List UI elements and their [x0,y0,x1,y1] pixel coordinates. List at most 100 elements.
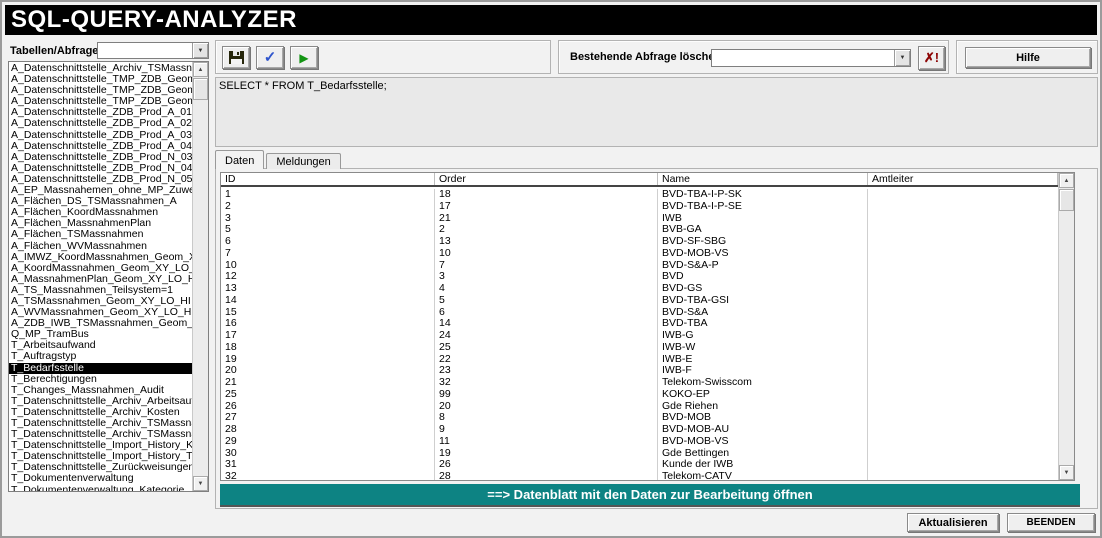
table-row[interactable]: 1 18 BVD-TBA-I-P-SK [221,189,1058,201]
scroll-down-icon[interactable]: ▼ [193,476,208,491]
table-list-item[interactable]: A_Datenschnittstelle_ZDB_Prod_A_03 [9,130,192,141]
cell-id: 27 [221,412,435,424]
cell-id: 31 [221,459,435,471]
table-list-item[interactable]: A_Flächen_WVMassnahmen [9,241,192,252]
table-list-item[interactable]: T_Datenschnittstelle_Archiv_Kosten [9,407,192,418]
table-row[interactable]: 12 3 BVD [221,271,1058,283]
table-list-item[interactable]: A_WVMassnahmen_Geom_XY_LO_HI [9,307,192,318]
table-list-item[interactable]: A_IMWZ_KoordMassnahmen_Geom_XY_LO_HI [9,252,192,263]
grid-scrollbar-thumb[interactable] [1059,189,1074,211]
table-list-item[interactable]: T_Changes_Massnahmen_Audit [9,385,192,396]
table-list-item[interactable]: A_Flächen_MassnahmenPlan [9,218,192,229]
tab-meldungen[interactable]: Meldungen [266,153,340,169]
table-list-item[interactable]: T_Datenschnittstelle_Archiv_TSMassnahmen [9,418,192,429]
column-header-order[interactable]: Order [435,173,658,185]
table-list-item[interactable]: A_ZDB_IWB_TSMassnahmen_Geom_XY_LO_HI [9,318,192,329]
save-query-button[interactable] [222,46,250,69]
table-list-item[interactable]: T_Datenschnittstelle_Import_History_TS [9,451,192,462]
exit-button[interactable]: BEENDEN [1007,513,1095,532]
table-list-item[interactable]: T_Datenschnittstelle_Zurückweisungen [9,462,192,473]
table-row[interactable]: 2 17 BVD-TBA-I-P-SE [221,201,1058,213]
table-row[interactable]: 19 22 IWB-E [221,354,1058,366]
cell-id: 17 [221,330,435,342]
cell-name: BVD-MOB-VS [658,436,868,448]
tab-daten[interactable]: Daten [215,150,264,169]
table-list-item[interactable]: A_Flächen_KoordMassnahmen [9,207,192,218]
delete-query-dropdown[interactable]: ▼ [711,49,911,67]
sql-query-input[interactable]: SELECT * FROM T_Bedarfsstelle; [215,77,1098,147]
chevron-down-icon[interactable]: ▼ [192,43,208,58]
table-row[interactable]: 21 32 Telekom-Swisscom [221,377,1058,389]
column-header-amtleiter[interactable]: Amtleiter [868,173,1058,185]
table-list-item[interactable]: T_Datenschnittstelle_Archiv_Arbeitsaufwa… [9,396,192,407]
table-row[interactable]: 27 8 BVD-MOB [221,412,1058,424]
table-row[interactable]: 13 4 BVD-GS [221,283,1058,295]
table-row[interactable]: 15 6 BVD-S&A [221,307,1058,319]
table-list-item[interactable]: T_Datenschnittstelle_Import_History_Kost… [9,440,192,451]
table-list-item[interactable]: Q_MP_TramBus [9,329,192,340]
table-list-item[interactable]: A_MassnahmenPlan_Geom_XY_LO_HI [9,274,192,285]
table-list-item[interactable]: A_Datenschnittstelle_TMP_ZDB_Geom_01 [9,74,192,85]
table-list-item[interactable]: A_Datenschnittstelle_Archiv_TSMassnahmen… [9,63,192,74]
cell-amtleiter [868,260,1058,272]
table-list-item[interactable]: A_EP_Massnahemen_ohne_MP_Zuweisung [9,185,192,196]
table-list-item[interactable]: A_Datenschnittstelle_TMP_ZDB_Geom_03 [9,96,192,107]
validate-query-button[interactable]: ✓ [256,46,284,69]
table-list-item[interactable]: A_Flächen_DS_TSMassnahmen_A [9,196,192,207]
cell-name: Telekom-Swisscom [658,377,868,389]
cell-amtleiter [868,224,1058,236]
open-datasheet-banner-button[interactable]: ==> Datenblatt mit den Daten zur Bearbei… [220,484,1080,507]
table-row[interactable]: 29 11 BVD-MOB-VS [221,436,1058,448]
table-row[interactable]: 31 26 Kunde der IWB [221,459,1058,471]
table-list-item[interactable]: A_Flächen_TSMassnahmen [9,229,192,240]
column-header-id[interactable]: ID [221,173,435,185]
table-row[interactable]: 28 9 BVD-MOB-AU [221,424,1058,436]
list-scrollbar-thumb[interactable] [193,78,208,100]
table-list-item[interactable]: A_Datenschnittstelle_ZDB_Prod_A_04 [9,141,192,152]
table-row[interactable]: 30 19 Gde Bettingen [221,448,1058,460]
table-list-item[interactable]: T_Dokumentenverwaltung [9,473,192,484]
run-query-button[interactable]: ▶ [290,46,318,69]
table-row[interactable]: 20 23 IWB-F [221,365,1058,377]
checkmark-icon: ✓ [264,50,277,65]
table-row[interactable]: 26 20 Gde Riehen [221,401,1058,413]
table-list-item[interactable]: A_TSMassnahmen_Geom_XY_LO_HI [9,296,192,307]
grid-scrollbar[interactable]: ▲ ▼ [1058,173,1074,480]
table-row[interactable]: 32 28 Telekom-CATV [221,471,1058,481]
table-row[interactable]: 25 99 KOKO-EP [221,389,1058,401]
tables-dropdown[interactable]: ▼ [97,42,209,59]
table-row[interactable]: 5 2 BVB-GA [221,224,1058,236]
chevron-down-icon[interactable]: ▼ [894,50,910,66]
column-header-name[interactable]: Name [658,173,868,185]
scroll-up-icon[interactable]: ▲ [193,62,208,77]
cell-id: 6 [221,236,435,248]
table-list-item[interactable]: A_Datenschnittstelle_ZDB_Prod_N_05 [9,174,192,185]
table-list-item[interactable]: A_KoordMassnahmen_Geom_XY_LO_HI [9,263,192,274]
table-row[interactable]: 14 5 BVD-TBA-GSI [221,295,1058,307]
table-row[interactable]: 10 7 BVD-S&A-P [221,260,1058,272]
table-row[interactable]: 16 14 BVD-TBA [221,318,1058,330]
table-list-item[interactable]: A_TS_Massnahmen_Teilsystem=1 [9,285,192,296]
help-button[interactable]: Hilfe [965,47,1091,68]
table-list-item[interactable]: A_Datenschnittstelle_ZDB_Prod_A_02 [9,118,192,129]
table-list-item[interactable]: A_Datenschnittstelle_ZDB_Prod_N_03 [9,152,192,163]
scroll-down-icon[interactable]: ▼ [1059,465,1074,480]
table-row[interactable]: 18 25 IWB-W [221,342,1058,354]
table-list-item[interactable]: A_Datenschnittstelle_ZDB_Prod_A_01 [9,107,192,118]
table-list-item[interactable]: T_Auftragstyp [9,351,192,362]
table-list-item[interactable]: T_Berechtigungen [9,374,192,385]
list-scrollbar[interactable]: ▲ ▼ [192,62,208,491]
table-list-item[interactable]: A_Datenschnittstelle_ZDB_Prod_N_04 [9,163,192,174]
scroll-up-icon[interactable]: ▲ [1059,173,1074,188]
table-list-item[interactable]: T_Arbeitsaufwand [9,340,192,351]
table-list-item[interactable]: T_Bedarfsstelle [9,363,192,374]
refresh-button[interactable]: Aktualisieren [907,513,999,532]
table-row[interactable]: 6 13 BVD-SF-SBG [221,236,1058,248]
table-list-item[interactable]: T_Datenschnittstelle_Archiv_TSMassnahmen… [9,429,192,440]
table-list-item[interactable]: A_Datenschnittstelle_TMP_ZDB_Geom_02 [9,85,192,96]
table-row[interactable]: 3 21 IWB [221,213,1058,225]
table-row[interactable]: 7 10 BVD-MOB-VS [221,248,1058,260]
table-list-item[interactable]: T_Dokumentenverwaltung_Kategorie [9,485,192,492]
table-row[interactable]: 17 24 IWB-G [221,330,1058,342]
delete-query-button[interactable]: ✗! [918,46,945,70]
